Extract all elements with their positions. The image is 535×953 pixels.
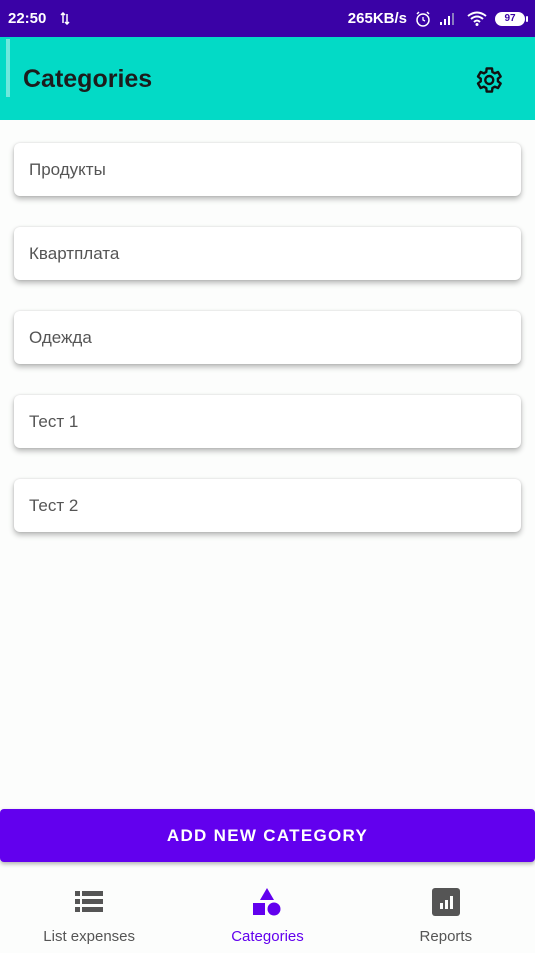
wifi-icon <box>467 11 487 26</box>
page-title: Categories <box>23 65 153 93</box>
alarm-icon <box>415 10 431 27</box>
gear-icon <box>476 67 502 93</box>
app-bar: Categories <box>0 37 535 120</box>
battery-icon: 97 <box>495 11 528 26</box>
nav-item-reports[interactable]: Reports <box>357 872 535 953</box>
category-label: Одежда <box>29 327 92 347</box>
status-bar: 22:50 265KB/s 97 <box>0 0 535 37</box>
category-item[interactable]: Тест 1 <box>14 395 521 448</box>
chart-icon <box>431 886 460 918</box>
category-label: Продукты <box>29 159 106 179</box>
category-label: Тест 1 <box>29 411 79 431</box>
nav-item-categories[interactable]: Categories <box>178 872 356 953</box>
list-icon <box>75 886 104 918</box>
category-list: Продукты Квартплата Одежда Тест 1 Тест 2 <box>14 143 521 563</box>
status-time: 22:50 <box>8 10 47 27</box>
signal-icon <box>439 12 459 26</box>
app-bar-accent <box>6 39 10 97</box>
bottom-navigation: List expenses Categories Reports <box>0 872 535 953</box>
nav-label-reports: Reports <box>419 928 473 945</box>
category-item[interactable]: Продукты <box>14 143 521 196</box>
category-label: Тест 2 <box>29 495 79 515</box>
category-item[interactable]: Квартплата <box>14 227 521 280</box>
nav-label-categories: Categories <box>231 928 304 945</box>
category-item[interactable]: Одежда <box>14 311 521 364</box>
category-item[interactable]: Тест 2 <box>14 479 521 532</box>
category-label: Квартплата <box>29 243 120 263</box>
nav-label-list-expenses: List expenses <box>43 928 136 945</box>
settings-button[interactable] <box>469 61 507 99</box>
network-speed: 265KB/s <box>347 10 407 27</box>
nav-item-list-expenses[interactable]: List expenses <box>0 872 178 953</box>
data-transfer-icon <box>60 12 70 25</box>
shapes-icon <box>252 886 282 918</box>
add-new-category-button[interactable]: ADD NEW CATEGORY <box>0 809 535 862</box>
